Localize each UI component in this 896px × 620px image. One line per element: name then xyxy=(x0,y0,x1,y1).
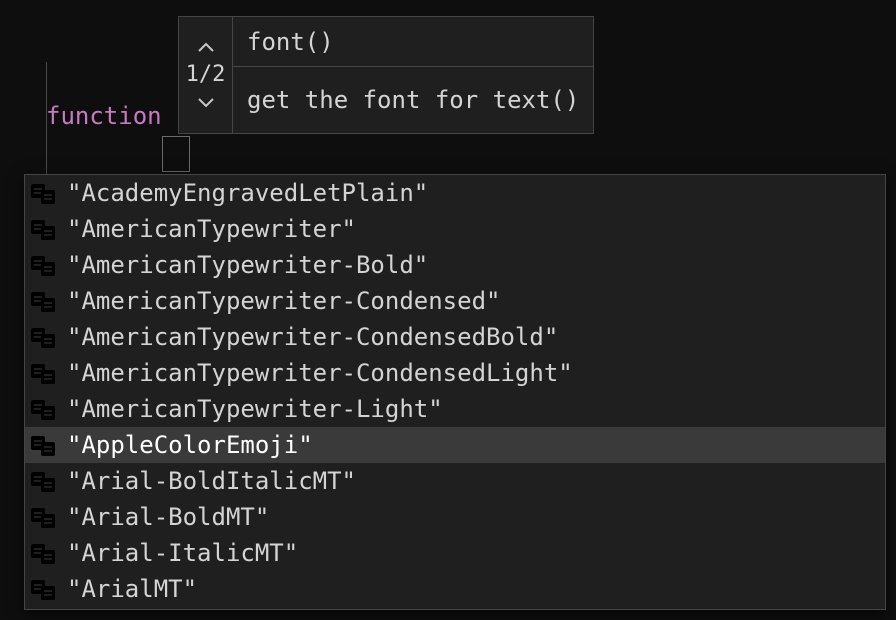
autocomplete-item-label: "AmericanTypewriter-Condensed" xyxy=(67,283,500,319)
constant-icon xyxy=(31,324,57,350)
constant-icon xyxy=(31,180,57,206)
autocomplete-item-label: "AmericanTypewriter-Light" xyxy=(67,391,443,427)
autocomplete-item-label: "ArialMT" xyxy=(67,571,197,607)
autocomplete-item-label: "AmericanTypewriter-CondensedLight" xyxy=(67,355,573,391)
keyword-function: function xyxy=(46,98,162,134)
autocomplete-item[interactable]: "AppleColorEmoji" xyxy=(25,427,885,463)
signature-help-popup: 1/2 font() get the font for text() xyxy=(178,16,594,134)
constant-icon xyxy=(31,432,57,458)
constant-icon xyxy=(31,468,57,494)
autocomplete-item[interactable]: "AmericanTypewriter" xyxy=(25,211,885,247)
autocomplete-list[interactable]: "AcademyEngravedLetPlain""AmericanTypewr… xyxy=(24,174,886,610)
constant-icon xyxy=(31,396,57,422)
space xyxy=(162,98,176,134)
chevron-down-icon[interactable] xyxy=(198,95,214,111)
constant-icon xyxy=(31,576,57,602)
autocomplete-item[interactable]: "Arial-BoldItalicMT" xyxy=(25,463,885,499)
signature-title: font() xyxy=(233,17,593,67)
autocomplete-item[interactable]: "AmericanTypewriter-Light" xyxy=(25,391,885,427)
autocomplete-item-label: "Arial-BoldItalicMT" xyxy=(67,463,356,499)
constant-icon xyxy=(31,360,57,386)
autocomplete-item[interactable]: "ArialMT" xyxy=(25,571,885,607)
autocomplete-item-label: "AcademyEngravedLetPlain" xyxy=(67,175,428,211)
autocomplete-item[interactable]: "AmericanTypewriter-CondensedLight" xyxy=(25,355,885,391)
constant-icon xyxy=(31,288,57,314)
autocomplete-item[interactable]: "AmericanTypewriter-CondensedBold" xyxy=(25,319,885,355)
autocomplete-item[interactable]: "AmericanTypewriter-Bold" xyxy=(25,247,885,283)
autocomplete-item-label: "AmericanTypewriter" xyxy=(67,211,356,247)
autocomplete-item-label: "AppleColorEmoji" xyxy=(67,427,313,463)
autocomplete-item-label: "Arial-BoldMT" xyxy=(67,499,269,535)
chevron-up-icon[interactable] xyxy=(198,39,214,55)
code-peek: for col = 1, 3 do xyxy=(158,610,461,620)
signature-description: get the font for text() xyxy=(233,67,593,133)
constant-icon xyxy=(31,540,57,566)
constant-icon xyxy=(31,216,57,242)
constant-icon xyxy=(31,504,57,530)
autocomplete-item[interactable]: "AcademyEngravedLetPlain" xyxy=(25,175,885,211)
autocomplete-item-label: "AmericanTypewriter-Bold" xyxy=(67,247,428,283)
constant-icon xyxy=(31,252,57,278)
signature-count: 1/2 xyxy=(186,57,226,93)
code-editor[interactable]: function viewe font ( ) 1/2 font() ge xyxy=(0,0,896,620)
autocomplete-item[interactable]: "Arial-ItalicMT" xyxy=(25,535,885,571)
autocomplete-item-label: "Arial-ItalicMT" xyxy=(67,535,298,571)
autocomplete-item[interactable]: "AmericanTypewriter-Condensed" xyxy=(25,283,885,319)
autocomplete-item[interactable]: "Arial-BoldMT" xyxy=(25,499,885,535)
autocomplete-item-label: "AmericanTypewriter-CondensedBold" xyxy=(67,319,558,355)
signature-nav: 1/2 xyxy=(179,17,233,133)
